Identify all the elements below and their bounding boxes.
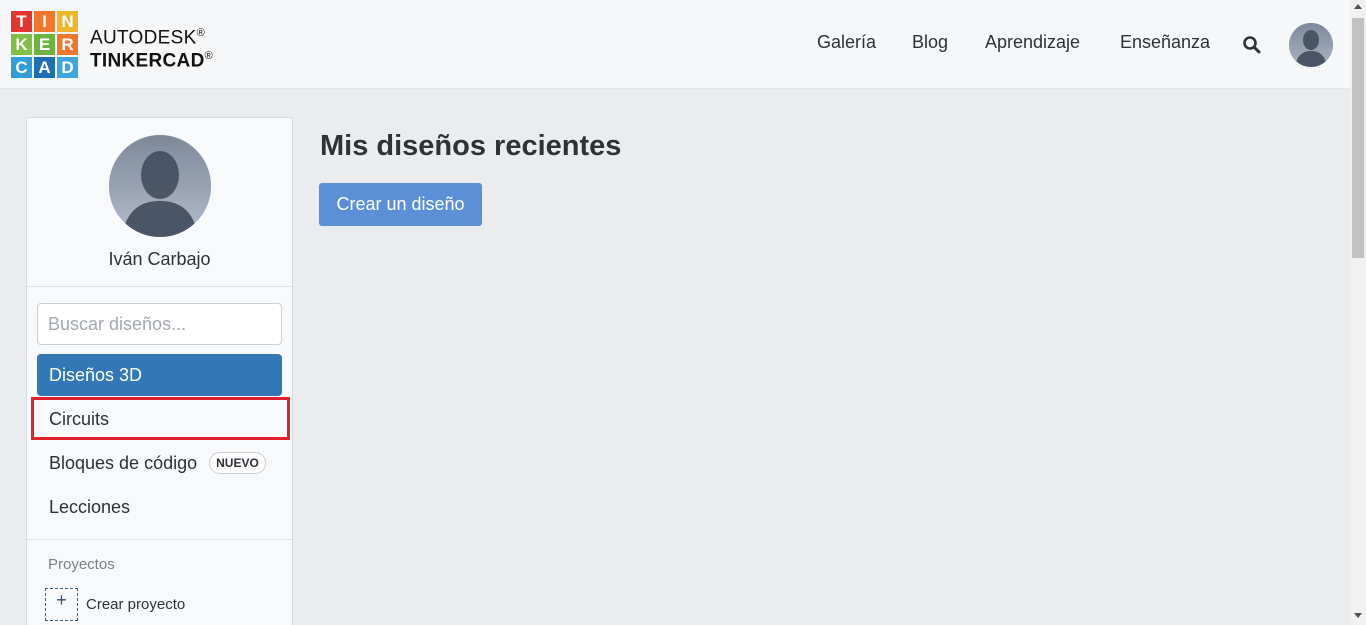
- logo-letter: D: [57, 57, 78, 78]
- nav-gallery[interactable]: Galería: [817, 32, 876, 53]
- page-scrollbar[interactable]: [1350, 0, 1366, 625]
- scroll-thumb[interactable]: [1352, 18, 1364, 258]
- tinkercad-logo[interactable]: T I N K E R C A D: [11, 11, 79, 78]
- brand-line-autodesk: AUTODESK®: [90, 27, 205, 49]
- sidebar-divider: [27, 286, 292, 287]
- sidebar-divider: [27, 539, 292, 540]
- brand-wordmark[interactable]: AUTODESK® TINKERCAD®: [90, 24, 213, 71]
- search-designs-input[interactable]: [37, 303, 282, 345]
- scroll-up-arrow-icon[interactable]: [1354, 4, 1362, 9]
- plus-icon: +: [45, 588, 78, 621]
- new-badge: NUEVO: [209, 452, 266, 474]
- logo-letter: R: [57, 34, 78, 55]
- highlight-annotation: [31, 397, 290, 440]
- projects-section-label: Proyectos: [48, 556, 115, 573]
- scroll-down-arrow-icon[interactable]: [1354, 613, 1362, 618]
- user-avatar-icon[interactable]: [1289, 23, 1333, 67]
- create-project-button[interactable]: + Crear proyecto: [45, 588, 185, 621]
- profile-name[interactable]: Iván Carbajo: [27, 249, 292, 270]
- sidebar: Iván Carbajo Diseños 3D Circuits Bloques…: [26, 117, 293, 625]
- create-project-label: Crear proyecto: [86, 596, 186, 613]
- page-title: Mis diseños recientes: [320, 130, 622, 162]
- sidebar-item-lessons[interactable]: Lecciones: [37, 486, 282, 528]
- profile-avatar-icon[interactable]: [109, 135, 211, 237]
- search-icon[interactable]: [1242, 35, 1262, 55]
- sidebar-item-label: Bloques de código: [49, 452, 198, 473]
- logo-letter: A: [34, 57, 55, 78]
- logo-letter: T: [11, 11, 32, 32]
- nav-blog[interactable]: Blog: [912, 32, 948, 53]
- brand-line-tinkercad: TINKERCAD®: [90, 50, 213, 72]
- logo-letter: N: [57, 11, 78, 32]
- logo-letter: E: [34, 34, 55, 55]
- logo-letter: I: [34, 11, 55, 32]
- logo-letter: K: [11, 34, 32, 55]
- top-header: T I N K E R C A D AUTODESK® TINKERCAD® G…: [0, 0, 1350, 89]
- sidebar-item-3d-designs[interactable]: Diseños 3D: [37, 354, 282, 396]
- sidebar-item-codeblocks[interactable]: Bloques de código NUEVO: [37, 442, 282, 484]
- create-design-button[interactable]: Crear un diseño: [319, 183, 482, 226]
- logo-letter: C: [11, 57, 32, 78]
- nav-learning[interactable]: Aprendizaje: [985, 32, 1080, 53]
- nav-teaching[interactable]: Enseñanza: [1120, 32, 1210, 53]
